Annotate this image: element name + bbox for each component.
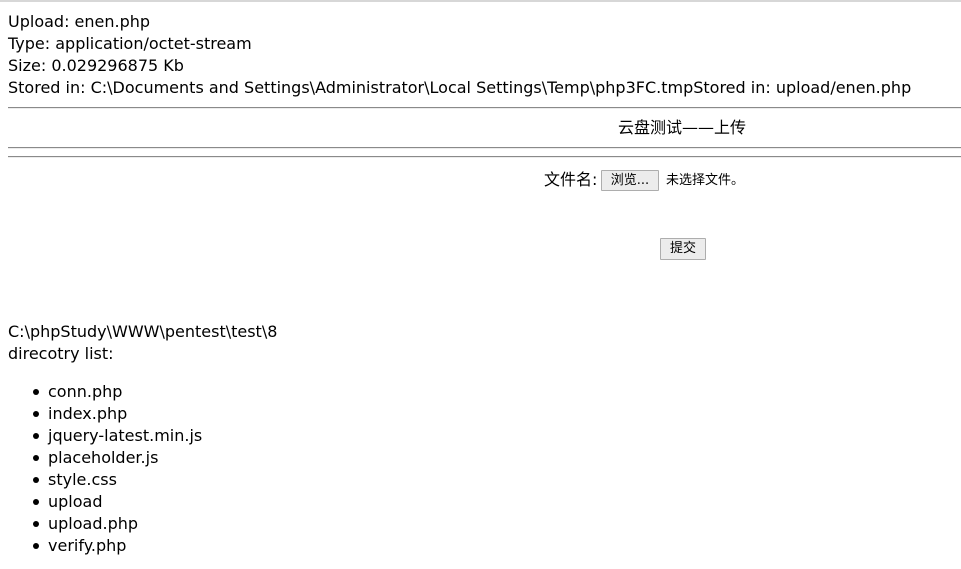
upload-info: Upload: enen.php Type: application/octet… (8, 11, 911, 99)
directory-list-label: direcotry list: (8, 344, 114, 363)
page-title: 云盘测试——上传 (618, 118, 747, 137)
directory-path: C:\phpStudy\WWW\pentest\test\8 (8, 322, 278, 341)
upload-stored-line: Stored in: C:\Documents and Settings\Adm… (8, 78, 912, 97)
divider-lower (8, 156, 961, 158)
list-item: jquery-latest.min.js (33, 425, 203, 447)
file-name: placeholder.js (48, 448, 159, 467)
list-item: placeholder.js (33, 447, 202, 469)
no-file-selected-text: 未选择文件。 (666, 173, 745, 188)
bullet-icon (33, 521, 39, 527)
upload-type-line: Type: application/octet-stream (8, 34, 252, 53)
upload-filename-line: Upload: enen.php (8, 12, 151, 31)
directory-info: C:\phpStudy\WWW\pentest\test\8 direcotry… (8, 321, 277, 365)
file-name: upload.php (48, 514, 139, 533)
bullet-icon (33, 499, 39, 505)
bullet-icon (33, 389, 39, 395)
browse-button[interactable]: 浏览... (601, 170, 659, 191)
list-item: upload.php (33, 513, 202, 535)
list-item: conn.php (33, 381, 202, 403)
file-name: conn.php (48, 382, 123, 401)
file-name: verify.php (48, 536, 127, 555)
list-item: index.php (33, 403, 202, 425)
file-name: upload (48, 492, 103, 511)
list-item: upload (33, 491, 202, 513)
file-name: style.css (48, 470, 117, 489)
directory-file-list: conn.php index.php jquery-latest.min.js … (8, 381, 202, 557)
file-name: index.php (48, 404, 128, 423)
list-item: style.css (33, 469, 202, 491)
list-item: verify.php (33, 535, 202, 557)
submit-button[interactable]: 提交 (660, 238, 706, 260)
bullet-icon (33, 543, 39, 549)
bullet-icon (33, 477, 39, 483)
bullet-icon (33, 411, 39, 417)
bullet-icon (33, 433, 39, 439)
divider-top (8, 107, 961, 109)
window-top-border (0, 0, 961, 2)
upload-size-line: Size: 0.029296875 Kb (8, 56, 184, 75)
divider-middle (8, 147, 961, 149)
file-name-label: 文件名: (544, 170, 598, 189)
file-name: jquery-latest.min.js (48, 426, 203, 445)
bullet-icon (33, 455, 39, 461)
